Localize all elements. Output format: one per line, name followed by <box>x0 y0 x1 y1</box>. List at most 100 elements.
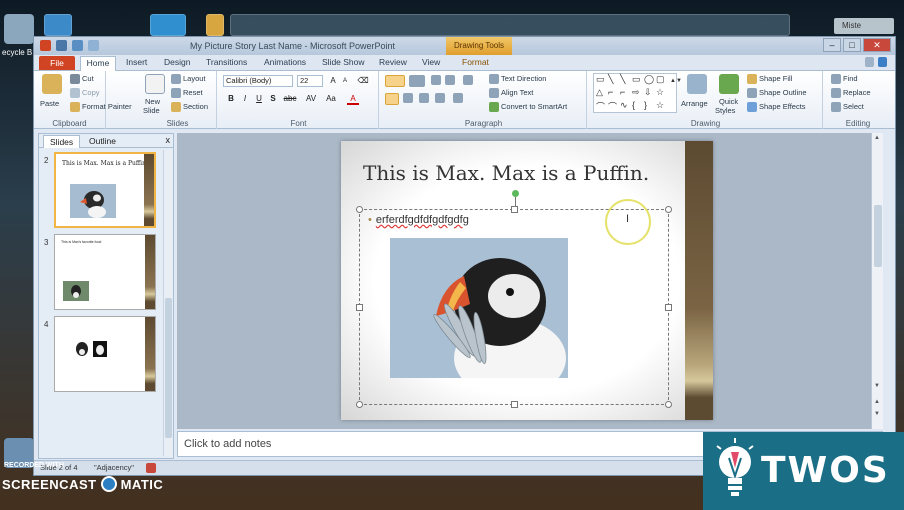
new-slide-button-line2[interactable]: Slide <box>143 106 160 115</box>
tab-animations[interactable]: Animations <box>264 57 306 67</box>
align-left-icon[interactable] <box>385 93 399 105</box>
reset-button[interactable]: Reset <box>171 88 203 99</box>
bullet-item[interactable]: • erferdfgdfdfgdfgdfg <box>368 214 469 226</box>
select-button[interactable]: Select <box>831 102 864 113</box>
bullets-icon[interactable] <box>385 75 405 87</box>
slide-title[interactable]: This is Max. Max is a Puffin. <box>363 161 649 185</box>
new-slide-icon[interactable] <box>145 74 165 94</box>
shape-fill-button[interactable]: Shape Fill <box>747 74 792 85</box>
scrollbar-thumb[interactable] <box>874 205 882 267</box>
tab-insert[interactable]: Insert <box>126 57 147 67</box>
maximize-button[interactable]: □ <box>843 38 861 52</box>
save-icon[interactable] <box>56 40 67 51</box>
curve-shape-icon[interactable]: ⌒ <box>596 100 605 113</box>
resize-handle[interactable] <box>356 401 363 408</box>
resize-handle[interactable] <box>665 206 672 213</box>
tab-design[interactable]: Design <box>164 57 190 67</box>
align-text-button[interactable]: Align Text <box>489 88 533 99</box>
underline-button[interactable]: U <box>253 93 265 105</box>
scrollbar-thumb[interactable] <box>165 298 172 438</box>
increase-indent-icon[interactable] <box>445 75 455 85</box>
current-slide[interactable]: This is Max. Max is a Puffin. • erferdfgd… <box>341 141 713 420</box>
line-shape-icon[interactable]: ╲ <box>608 74 613 85</box>
freeform-shape-icon[interactable]: ∿ <box>620 100 628 111</box>
strikethrough-button[interactable]: abc <box>281 93 299 105</box>
curve-shape-icon[interactable]: ⌒ <box>608 100 617 113</box>
tab-view[interactable]: View <box>422 57 440 67</box>
change-case-button[interactable]: Aa <box>323 93 339 105</box>
shadow-button[interactable]: S <box>267 93 279 105</box>
elbow-shape-icon[interactable]: ⌐ <box>620 87 625 97</box>
scroll-down-icon[interactable]: ▼ <box>874 383 880 389</box>
text-direction-button[interactable]: Text Direction <box>489 74 546 85</box>
tab-slides[interactable]: Slides <box>43 135 81 148</box>
arrow-right-shape-icon[interactable]: ⇨ <box>632 87 640 98</box>
tab-file[interactable]: File <box>39 56 75 70</box>
shape-effects-button[interactable]: Shape Effects <box>747 102 806 113</box>
brace-shape-icon[interactable]: { <box>632 100 635 110</box>
slide-scrollbar[interactable]: ▲ ▼ ▲ ▼ <box>871 133 883 429</box>
star-shape-icon[interactable]: ☆ <box>656 87 664 98</box>
arrow-down-shape-icon[interactable]: ⇩ <box>644 87 652 98</box>
taskbar-thumb[interactable] <box>150 14 186 36</box>
puffin-photo[interactable] <box>390 238 568 378</box>
arrange-icon[interactable] <box>687 74 707 94</box>
format-painter-button[interactable]: Format Painter <box>70 102 132 113</box>
align-center-icon[interactable] <box>403 93 413 103</box>
layout-button[interactable]: Layout <box>171 74 206 85</box>
minimize-button[interactable]: – <box>823 38 841 52</box>
taskbar-thumb[interactable] <box>206 14 224 36</box>
justify-icon[interactable] <box>435 93 445 103</box>
redo-icon[interactable] <box>88 40 99 51</box>
font-name-select[interactable]: Calibri (Body) <box>223 75 293 87</box>
rotate-handle[interactable] <box>512 190 519 197</box>
resize-handle[interactable] <box>665 401 672 408</box>
columns-icon[interactable] <box>453 93 463 103</box>
star-shape-icon[interactable]: ☆ <box>656 100 664 111</box>
previous-slide-icon[interactable]: ▲ <box>874 399 880 405</box>
oval-shape-icon[interactable]: ◯ <box>644 74 654 85</box>
minimize-ribbon-icon[interactable] <box>865 57 874 67</box>
font-color-button[interactable]: A <box>347 93 359 105</box>
line-spacing-icon[interactable] <box>463 75 473 85</box>
slide-thumbnail[interactable]: This is Max's favorite food <box>54 234 156 310</box>
grow-font-icon[interactable]: A <box>327 75 339 87</box>
taskbar-thumb[interactable] <box>230 14 790 36</box>
resize-handle[interactable] <box>511 206 518 213</box>
quick-styles-button-line2[interactable]: Styles <box>715 106 735 115</box>
shapes-gallery[interactable]: ▭ ╲ ╲ ▭ ◯ ▢ △ ⌐ ⌐ ⇨ ⇩ ☆ ⌒ ⌒ ∿ { } ☆ ▲▼ <box>593 73 682 113</box>
tab-transitions[interactable]: Transitions <box>206 57 247 67</box>
slide-thumbnail[interactable]: This is Max. Max is a Puffin. <box>54 152 156 228</box>
resize-handle[interactable] <box>511 401 518 408</box>
taskbar-thumb[interactable] <box>44 14 72 36</box>
recycle-bin-icon[interactable] <box>4 14 34 44</box>
quick-styles-icon[interactable] <box>719 74 739 94</box>
elbow-shape-icon[interactable]: ⌐ <box>608 87 613 97</box>
brace-shape-icon[interactable]: } <box>644 100 647 110</box>
app-icon[interactable] <box>40 40 51 51</box>
tab-home[interactable]: Home <box>80 56 116 71</box>
shape-outline-button[interactable]: Shape Outline <box>747 88 807 99</box>
scroll-up-icon[interactable]: ▲ <box>874 135 880 141</box>
close-button[interactable]: ✕ <box>863 38 891 52</box>
close-pane-icon[interactable]: x <box>166 135 171 145</box>
italic-button[interactable]: I <box>239 93 251 105</box>
copy-button[interactable]: Copy <box>70 88 100 99</box>
decrease-indent-icon[interactable] <box>431 75 441 85</box>
numbering-icon[interactable] <box>409 75 425 87</box>
bullet-text[interactable]: erferdfgdfdfgdfgdfg <box>376 214 469 226</box>
replace-button[interactable]: Replace <box>831 88 871 99</box>
clear-format-icon[interactable]: ⌫ <box>357 75 369 87</box>
paste-icon[interactable] <box>42 74 62 94</box>
slide-thumbnail[interactable] <box>54 316 156 392</box>
cut-button[interactable]: Cut <box>70 74 94 85</box>
tab-format[interactable]: Format <box>462 57 489 67</box>
resize-handle[interactable] <box>665 304 672 311</box>
tab-slide-show[interactable]: Slide Show <box>322 57 365 67</box>
notes-placeholder[interactable]: Click to add notes <box>184 438 271 450</box>
line-shape-icon[interactable]: ╲ <box>620 74 625 85</box>
convert-smartart-button[interactable]: Convert to SmartArt <box>489 102 567 113</box>
align-right-icon[interactable] <box>419 93 429 103</box>
shrink-font-icon[interactable]: A <box>339 75 351 87</box>
resize-handle[interactable] <box>356 304 363 311</box>
